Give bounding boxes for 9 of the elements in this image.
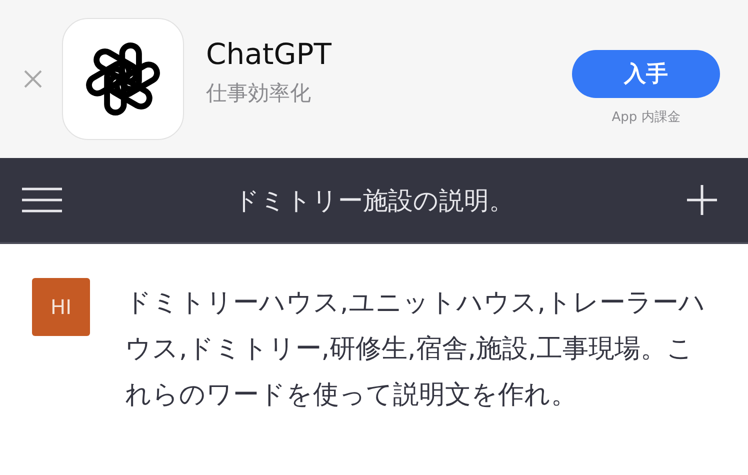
chat-title: ドミトリー施設の説明。: [234, 184, 514, 216]
app-category: 仕事効率化: [206, 80, 312, 107]
get-button[interactable]: 入手: [572, 50, 720, 98]
user-avatar: HI: [32, 278, 90, 336]
app-name: ChatGPT: [206, 37, 332, 71]
message-text: ドミトリーハウス,ユニットハウス,トレーラーハウス,ドミトリー,研修生,宿舎,施設,工事現場。これらのワードを使って説明文を作れ。: [125, 287, 707, 412]
plus-icon[interactable]: [686, 184, 718, 216]
purchase-note: App 内課金: [612, 109, 680, 126]
menu-icon[interactable]: [22, 187, 62, 213]
